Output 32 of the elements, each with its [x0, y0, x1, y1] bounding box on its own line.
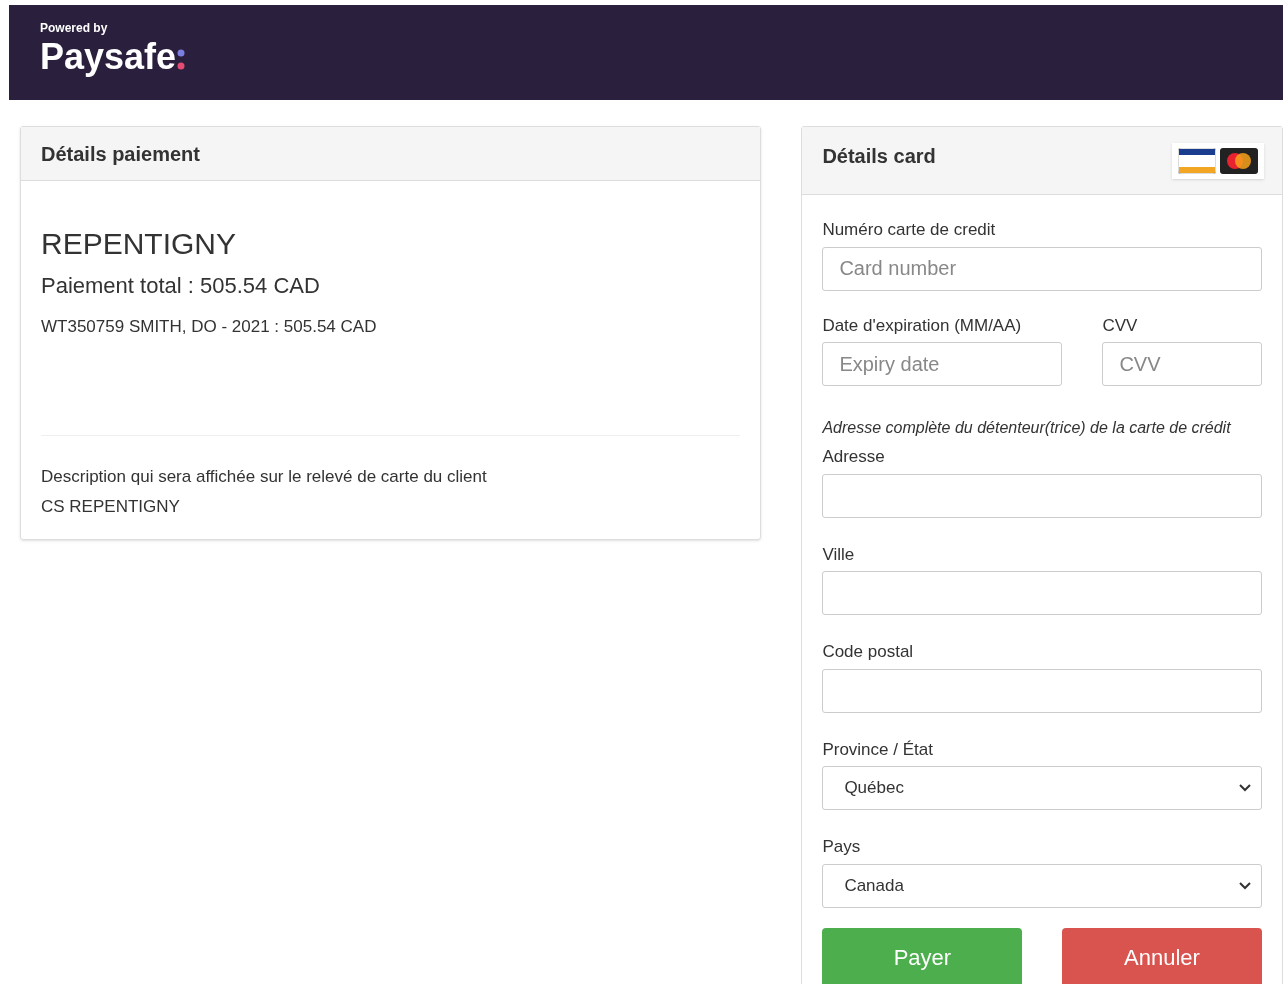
text-field[interactable] [822, 473, 1262, 518]
field-label: Pays [822, 836, 862, 858]
dropdown-field[interactable]: Québec [822, 766, 1262, 810]
chevron-down-icon [1239, 784, 1251, 792]
field-label: CVV [1102, 314, 1139, 337]
brand-logo-text: Paysafe [40, 35, 177, 79]
field-label: Ville [822, 543, 856, 566]
panel-title: Détails paiement [41, 141, 200, 167]
address-note: Adresse complète du détenteur(trice) de la carte de crédit [822, 418, 1232, 438]
mastercard-icon [1220, 148, 1258, 174]
field-label: Adresse [822, 446, 886, 468]
dots-icon [177, 49, 186, 71]
cancel-button[interactable]: Annuler [1062, 927, 1262, 984]
card-number-field[interactable]: Card number [822, 246, 1262, 291]
field-label: Code postal [822, 641, 915, 663]
text-field[interactable] [822, 668, 1262, 713]
field-label: Province / État [822, 738, 934, 761]
field-label: Date d'expiration (MM/AA) [822, 314, 1023, 337]
line-item: WT350759 SMITH, DO - 2021 : 505.54 CAD [41, 315, 378, 338]
panel-title: Détails card [822, 144, 936, 169]
visa-card-icon [1178, 148, 1216, 174]
powered-by-text: Powered by [40, 22, 109, 34]
field-label: Numéro carte de credit [822, 219, 997, 241]
expiry-date-field[interactable]: Expiry date [822, 342, 1063, 386]
description-label: Description qui sera affichée sur le relevé de carte du client [41, 466, 488, 488]
text-field[interactable] [822, 571, 1262, 615]
description-value: CS REPENTIGNY [41, 495, 181, 518]
cvv-field[interactable]: CVV [1102, 342, 1262, 386]
payment-total: Paiement total : 505.54 CAD [41, 271, 321, 300]
merchant-name: REPENTIGNY [41, 226, 238, 262]
chevron-down-icon [1239, 881, 1251, 890]
dropdown-field[interactable]: Canada [822, 863, 1262, 908]
